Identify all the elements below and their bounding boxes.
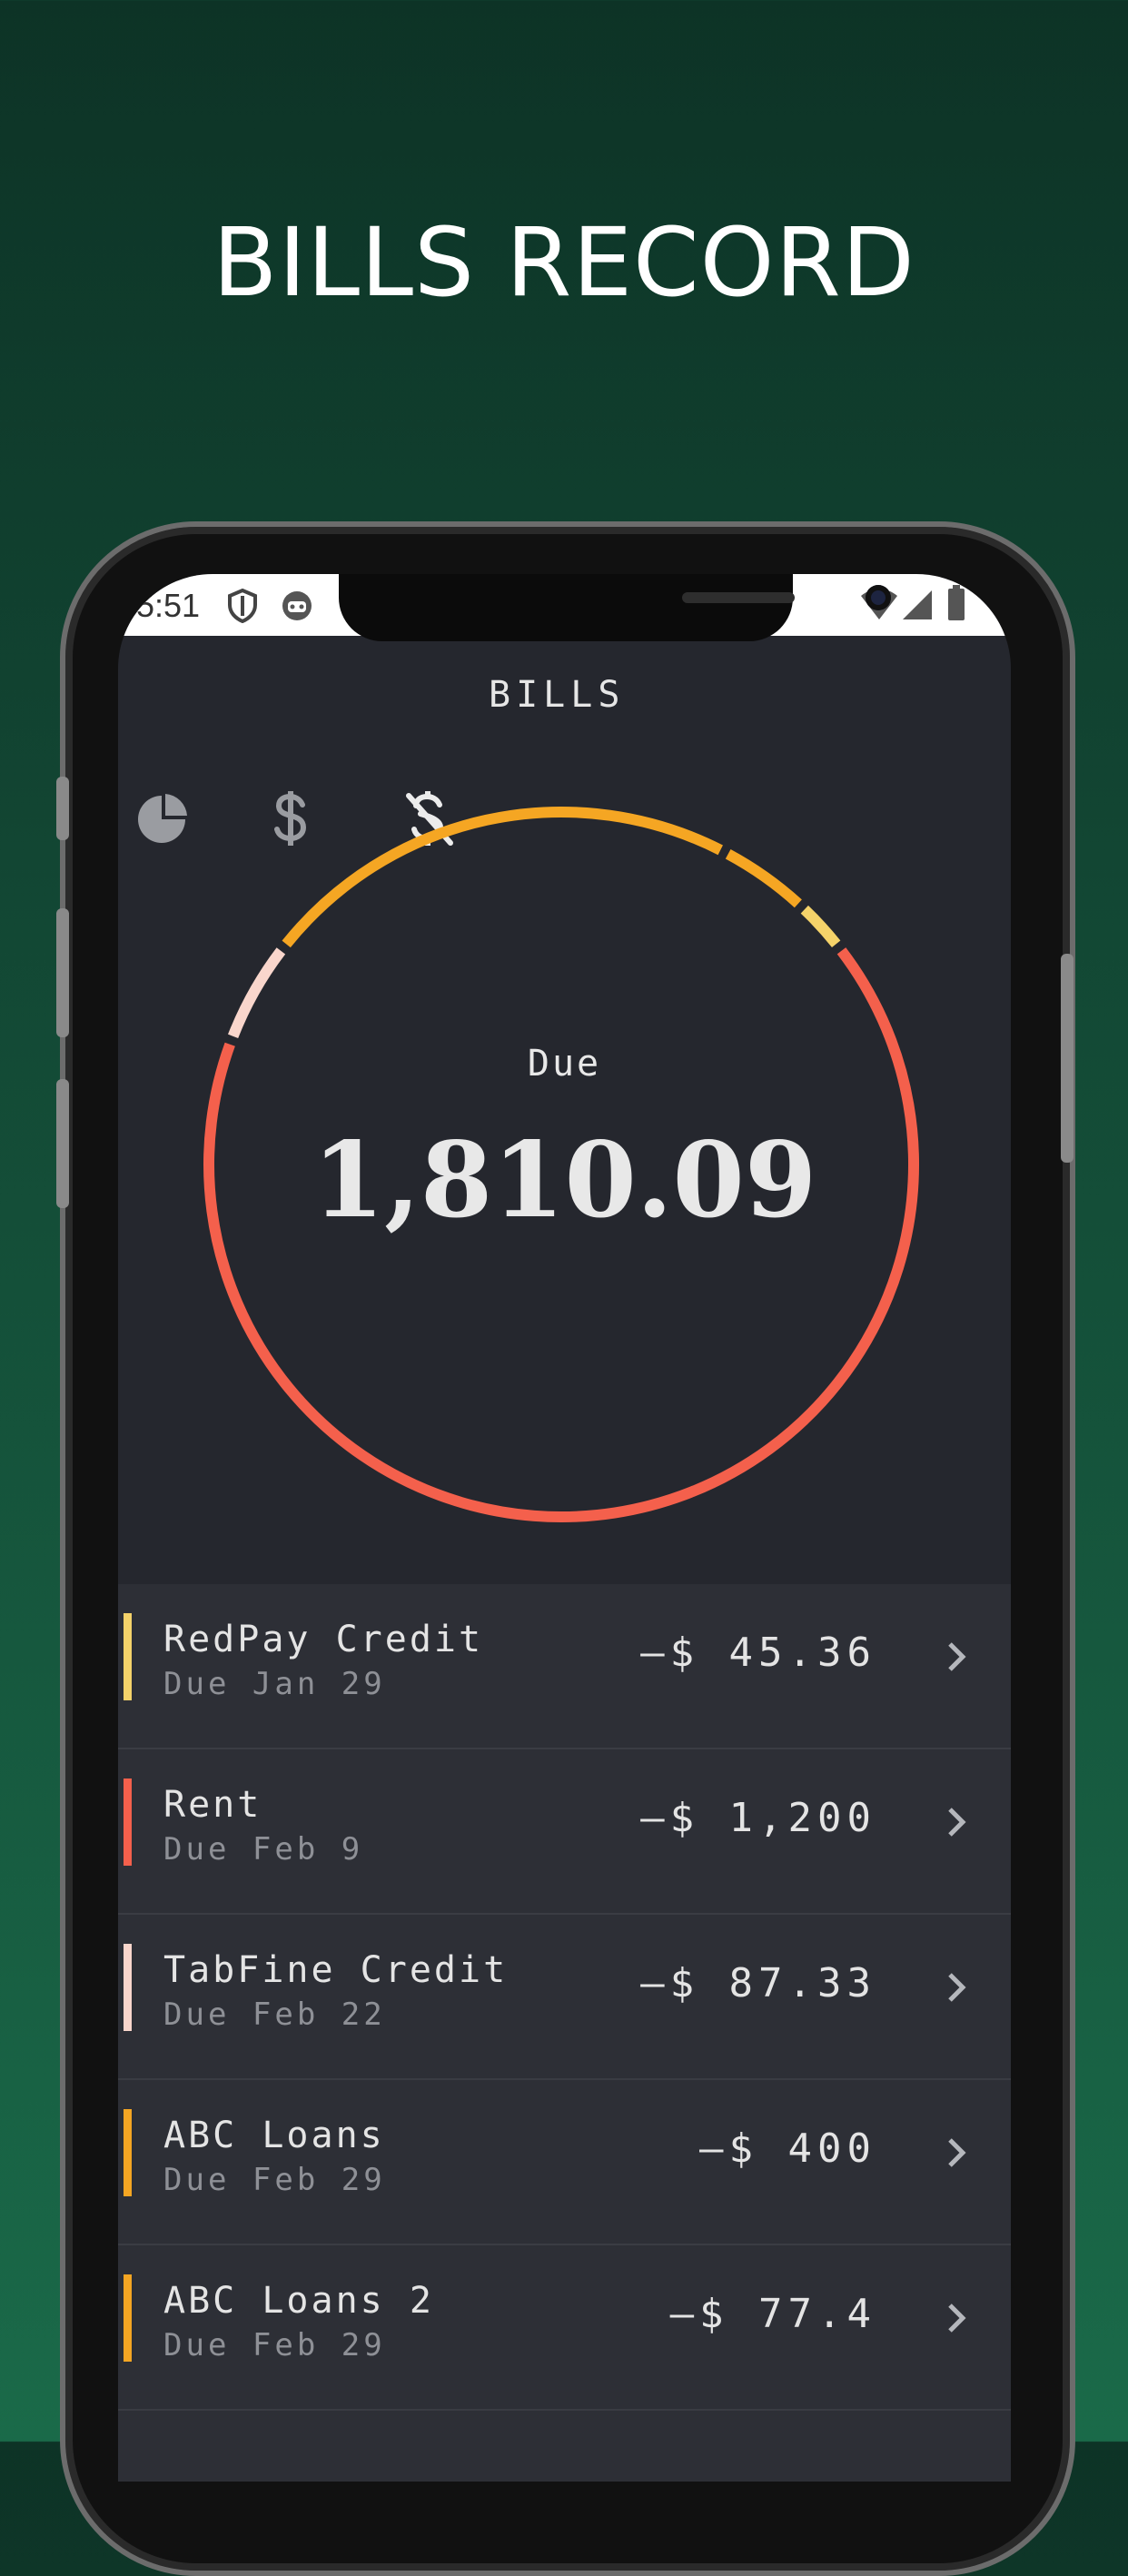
chevron-right-icon[interactable] [935,2133,975,2173]
bill-amount: –$ 45.36 [640,1630,876,1676]
robot-icon [282,591,312,620]
pie-chart-icon[interactable] [136,794,187,845]
tab-bills-label[interactable]: BILLS [489,674,625,716]
phone-speaker [682,592,795,603]
bill-row-redpay-credit[interactable]: RedPay Credit Due Jan 29 –$ 45.36 [118,1584,1011,1749]
bill-due-date: Due Feb 9 [163,1831,364,1868]
ring-segment-abc-loans [282,807,723,948]
bill-due-date: Due Feb 29 [163,2162,386,2198]
ring-segment-redpay-credit [800,905,841,948]
phone-camera [866,585,891,610]
phone-side-button-power [1061,954,1074,1163]
bill-row-tabfine-credit[interactable]: TabFine Credit Due Feb 22 –$ 87.33 [118,1915,1011,2080]
ring-segment-tabfine-credit [227,947,286,1039]
app-screen: 5:51 BILLS Due 1,810.09 RedPay Credit Du… [118,574,1011,2482]
bill-due-date: Due Feb 29 [163,2327,386,2363]
bill-amount: –$ 1,200 [640,1795,876,1841]
bill-color-bar [124,1613,132,1700]
bill-color-bar [124,1944,132,2031]
bill-name: TabFine Credit [163,1949,509,1991]
bill-amount: –$ 400 [699,2125,876,2172]
bill-name: RedPay Credit [163,1619,484,1660]
bills-list: RedPay Credit Due Jan 29 –$ 45.36 Rent D… [118,1584,1011,2482]
bill-color-bar [124,1778,132,1866]
signal-icon [903,590,932,619]
phone-side-button-volume-up [56,908,69,1037]
promo-headline: BILLS RECORD [213,207,915,318]
bill-name: Rent [163,1784,262,1826]
chevron-right-icon[interactable] [935,1802,975,1842]
bill-row-rent[interactable]: Rent Due Feb 9 –$ 1,200 [118,1749,1011,1915]
bill-due-date: Due Feb 22 [163,1996,386,2033]
shield-icon [228,589,257,623]
phone-side-button-volume-down [56,1079,69,1208]
bill-name: ABC Loans 2 [163,2280,434,2322]
bill-amount: –$ 87.33 [640,1960,876,2006]
phone-notch [339,574,891,641]
due-amount: 1,810.09 [312,1119,817,1241]
battery-icon [948,585,965,620]
bill-name: ABC Loans [163,2115,385,2156]
bill-row-abc-loans[interactable]: ABC Loans Due Feb 29 –$ 400 [118,2080,1011,2245]
chevron-right-icon[interactable] [935,1637,975,1677]
bill-row-abc-loans-2[interactable]: ABC Loans 2 Due Feb 29 –$ 77.4 [118,2245,1011,2411]
status-time: 5:51 [136,587,201,624]
bill-due-date: Due Jan 29 [163,1666,386,1702]
bill-color-bar [124,2274,132,2362]
bill-color-bar [124,2109,132,2196]
bill-amount: –$ 77.4 [669,2291,876,2337]
chevron-right-icon[interactable] [935,2298,975,2338]
chevron-right-icon[interactable] [935,1967,975,2007]
due-label: Due [527,1043,602,1085]
phone-side-button-mute [56,777,69,840]
ring-segment-abc-loans-2 [725,848,802,908]
